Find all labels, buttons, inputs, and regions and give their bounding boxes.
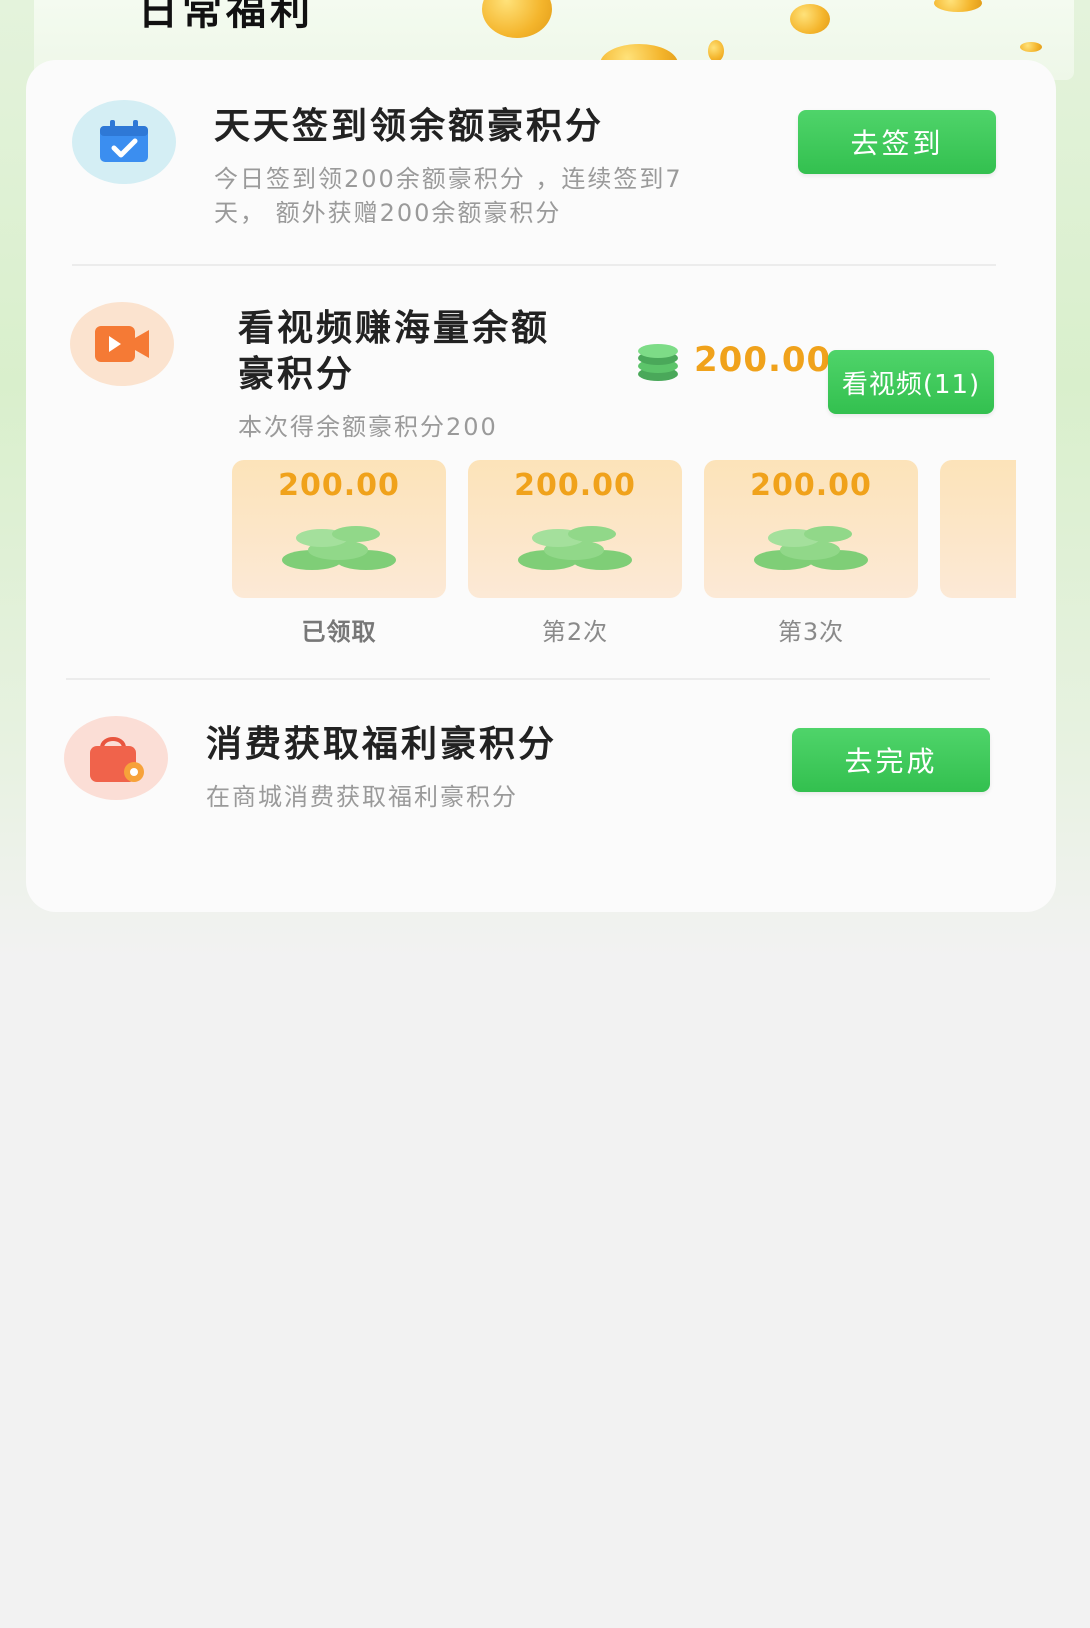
coin-decoration-icon — [934, 0, 982, 12]
checkin-icon-circle — [72, 100, 176, 184]
checkin-subtitle-line1: 今日签到领200余额豪积分 ，连续签到7 — [214, 165, 683, 193]
reward-tile-value: 200.00 — [278, 468, 400, 503]
green-coins-icon — [282, 526, 396, 570]
checkin-subtitle-line2: 天， 额外获赠200余额豪积分 — [214, 199, 562, 227]
watch-video-button[interactable]: 看视频(11) — [828, 350, 994, 414]
section-title: 日常福利 — [138, 0, 314, 34]
reward-tile-label: 已领取 — [301, 618, 377, 646]
shopping-subtitle: 在商城消费获取福利豪积分 — [206, 783, 518, 811]
divider — [72, 264, 996, 266]
complete-button[interactable]: 去完成 — [792, 728, 990, 792]
video-icon-circle — [70, 302, 174, 386]
reward-tile-label: 第3次 — [777, 618, 845, 646]
video-title-line1: 看视频赚海量余额 — [238, 308, 551, 349]
coin-stack-icon — [638, 344, 678, 381]
reward-tile-3: 200.00 第3次 — [704, 460, 918, 646]
coin-decoration-icon — [790, 4, 830, 34]
shopping-title: 消费获取福利豪积分 — [206, 724, 558, 765]
green-coins-icon — [518, 526, 632, 570]
coin-decoration-icon — [1020, 42, 1042, 52]
checkin-button[interactable]: 去签到 — [798, 110, 996, 174]
green-coins-icon — [754, 526, 868, 570]
reward-tile-value: 200.00 — [750, 468, 872, 503]
shopping-icon-circle — [64, 716, 168, 800]
checkin-title: 天天签到领余额豪积分 — [214, 106, 605, 147]
task-video: 看视频赚海量余额 豪积分 本次得余额豪积分200 200.00 看视频(11) … — [26, 270, 1056, 680]
video-subtitle: 本次得余额豪积分200 — [238, 413, 498, 441]
reward-tile-2: 200.00 第2次 — [468, 460, 682, 646]
reward-tile-label: 第2次 — [541, 618, 609, 646]
video-camera-icon — [95, 326, 149, 362]
video-reward-amount: 200.00 — [694, 340, 832, 380]
reward-tile-4-partial — [940, 460, 1016, 598]
coin-decoration-icon — [482, 0, 552, 38]
calendar-check-icon — [100, 120, 148, 162]
shopping-bag-icon — [90, 737, 144, 782]
reward-tile-1: 200.00 已领取 — [232, 460, 446, 646]
task-shopping: 消费获取福利豪积分 在商城消费获取福利豪积分 去完成 — [26, 684, 1056, 884]
video-title-line2: 豪积分 — [238, 354, 356, 395]
reward-tile-value: 200.00 — [514, 468, 636, 503]
daily-welfare-card: 天天签到领余额豪积分 今日签到领200余额豪积分 ，连续签到7 天， 额外获赠2… — [26, 60, 1056, 912]
coin-decoration-icon — [708, 40, 724, 62]
reward-tiles: 200.00 已领取 200.00 第2次 200.00 第3次 — [232, 460, 1016, 660]
divider — [66, 678, 990, 680]
task-checkin: 天天签到领余额豪积分 今日签到领200余额豪积分 ，连续签到7 天， 额外获赠2… — [26, 60, 1056, 260]
